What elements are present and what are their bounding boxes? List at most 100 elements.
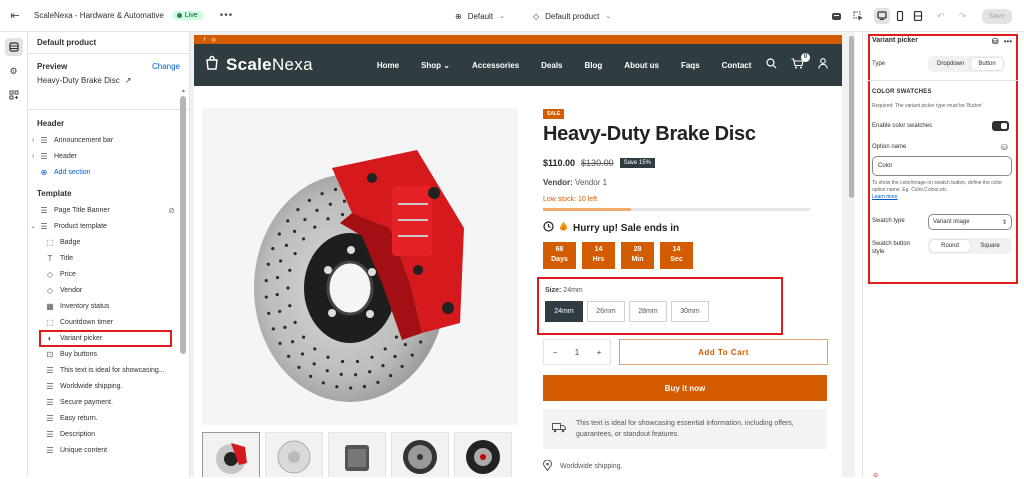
template-selector[interactable]: ◇ Default product ⌄	[533, 12, 611, 21]
thumbnail-disc-plain[interactable]	[265, 432, 323, 477]
more-actions-icon[interactable]: •••	[1004, 37, 1012, 46]
learn-more-link[interactable]: Learn more	[872, 194, 898, 200]
block-item[interactable]: ⬚ Badge	[28, 234, 189, 250]
save-button[interactable]: Save	[981, 8, 1012, 24]
countdown-box: 68 Days	[543, 242, 576, 269]
block-item[interactable]: ☰ Unique content	[28, 442, 189, 458]
size-option[interactable]: 26mm	[587, 301, 625, 322]
product-main-image[interactable]	[202, 108, 518, 425]
size-option[interactable]: 28mm	[629, 301, 667, 322]
sections-icon[interactable]	[4, 38, 23, 56]
menu-item-shop[interactable]: Shop ⌄	[421, 61, 450, 70]
tree-item-header[interactable]: › ☰ Header	[28, 148, 189, 164]
block-item[interactable]: ⊡ Buy buttons	[28, 346, 189, 362]
add-section-button[interactable]: ⊕ Add section	[28, 164, 189, 180]
vendor-name[interactable]: Vendor 1	[575, 178, 607, 187]
settings-gear-icon[interactable]: ⚙	[5, 62, 23, 80]
menu-item-faqs[interactable]: Faqs	[681, 61, 700, 70]
countdown-value: 28	[633, 246, 642, 253]
chevron-right-icon[interactable]: ›	[28, 153, 38, 160]
store-name: ScaleNexa - Hardware & Automative	[34, 11, 164, 20]
swatch-type-select[interactable]: Variant image ⇕	[928, 214, 1012, 230]
fullscreen-icon[interactable]	[910, 8, 926, 24]
block-item[interactable]: ◐ Variant picker	[28, 330, 189, 347]
remove-block-icon[interactable]: ⊖	[873, 472, 878, 479]
block-item[interactable]: ⬚ Countdown timer	[28, 314, 189, 330]
block-item[interactable]: ☰ Easy return.	[28, 410, 189, 426]
qty-plus-button[interactable]: +	[597, 348, 602, 357]
size-option[interactable]: 30mm	[671, 301, 709, 322]
menu-item-accessories[interactable]: Accessories	[472, 61, 519, 70]
inspector-icon[interactable]	[852, 9, 866, 23]
tree-item-product-template[interactable]: ⌄ ☰ Product template	[28, 218, 189, 234]
chevron-right-icon[interactable]: ›	[28, 137, 38, 144]
theme-selector[interactable]: ⊕ Default ⌄	[455, 12, 505, 21]
scroll-up-icon[interactable]: ▲	[181, 88, 186, 94]
mobile-icon[interactable]	[892, 8, 908, 24]
block-item-label: Easy return.	[60, 414, 98, 422]
search-icon[interactable]	[766, 58, 777, 72]
social-icon[interactable]: ◎	[211, 37, 215, 43]
block-item[interactable]: ☰ Description	[28, 426, 189, 442]
buy-now-button[interactable]: Buy it now	[543, 375, 827, 401]
thumbnail-brake-pads[interactable]	[328, 432, 386, 477]
qty-value[interactable]: 1	[575, 348, 579, 357]
block-item[interactable]: ☰ Worldwide shipping.	[28, 378, 189, 394]
database-icon[interactable]	[830, 9, 844, 23]
block-item[interactable]: T Title	[28, 250, 189, 266]
type-option-dropdown[interactable]: Dropdown	[930, 58, 971, 70]
menu-item-about[interactable]: About us	[624, 61, 659, 70]
size-option[interactable]: 24mm	[545, 301, 583, 322]
block-item[interactable]: ▦ Inventory status	[28, 298, 189, 314]
quantity-stepper[interactable]: − 1 +	[543, 339, 611, 365]
apps-icon[interactable]	[5, 86, 23, 104]
theme-selectors: ⊕ Default ⌄ ◇ Default product ⌄	[455, 0, 611, 32]
thumbnail-alloy-wheel[interactable]	[391, 432, 449, 477]
menu-item-contact[interactable]: Contact	[722, 61, 752, 70]
preview-label: Preview	[37, 62, 68, 71]
enable-swatches-toggle[interactable]	[992, 121, 1009, 131]
color-swatches-heading: COLOR SWATCHES	[872, 89, 932, 95]
chevron-down-icon[interactable]: ⌄	[28, 222, 38, 230]
store-header: ScaleNexa Home Shop ⌄ Accessories Deals …	[194, 44, 842, 86]
block-item[interactable]: ◇ Price	[28, 266, 189, 282]
variant-picker-highlight[interactable]: Size: 24mm 24mm 26mm 28mm 30mm	[537, 277, 783, 335]
type-option-button[interactable]: Button	[971, 58, 1003, 70]
menu-item-blog[interactable]: Blog	[585, 61, 603, 70]
option-name-input[interactable]: Color	[872, 156, 1012, 176]
social-icon[interactable]: f	[204, 37, 205, 43]
block-item[interactable]: ☰ Secure payment.	[28, 394, 189, 410]
change-link[interactable]: Change	[152, 62, 180, 71]
panel-scrollbar[interactable]	[180, 96, 186, 354]
cart-icon[interactable]: 0	[791, 53, 810, 72]
external-link-icon[interactable]: ↗	[125, 76, 132, 85]
thumbnail-brake-disc[interactable]	[202, 432, 260, 477]
hidden-eye-icon[interactable]: ⊘	[168, 206, 175, 215]
account-icon[interactable]	[818, 58, 828, 72]
desktop-icon[interactable]	[873, 8, 890, 24]
redo-icon[interactable]: ↷	[956, 9, 970, 23]
database-icon[interactable]: ⛁	[1001, 143, 1008, 152]
qty-minus-button[interactable]: −	[553, 348, 558, 357]
dashed-square-icon: ⬚	[46, 317, 54, 327]
block-item[interactable]: ☰ This text is ideal for showcasing...	[28, 362, 189, 378]
swatch-style-square[interactable]: Square	[970, 240, 1010, 252]
store-logo[interactable]: ScaleNexa	[204, 55, 313, 76]
undo-icon[interactable]: ↶	[934, 9, 948, 23]
thumbnail-tire[interactable]	[454, 432, 512, 477]
more-actions-icon[interactable]: •••	[220, 10, 234, 21]
product-title: Heavy-Duty Brake Disc	[543, 123, 756, 145]
menu-item-deals[interactable]: Deals	[541, 61, 562, 70]
tree-item-page-title-banner[interactable]: ☰ Page Title Banner ⊘	[28, 202, 189, 218]
add-to-cart-button[interactable]: Add To Cart	[619, 339, 828, 365]
database-icon[interactable]: ⛁	[992, 37, 999, 46]
exit-icon[interactable]: ⇤	[0, 9, 30, 22]
block-item-label: Description	[60, 430, 96, 438]
tree-item-announcement-bar[interactable]: › ☰ Announcement bar	[28, 132, 189, 148]
canvas-scrollbar[interactable]	[849, 36, 854, 198]
main-menu: Home Shop ⌄ Accessories Deals Blog About…	[377, 61, 752, 70]
block-item[interactable]: ◇ Vendor	[28, 282, 189, 298]
swatch-type-value: Variant image	[933, 219, 970, 225]
menu-item-home[interactable]: Home	[377, 61, 399, 70]
swatch-style-round[interactable]: Round	[930, 240, 970, 252]
